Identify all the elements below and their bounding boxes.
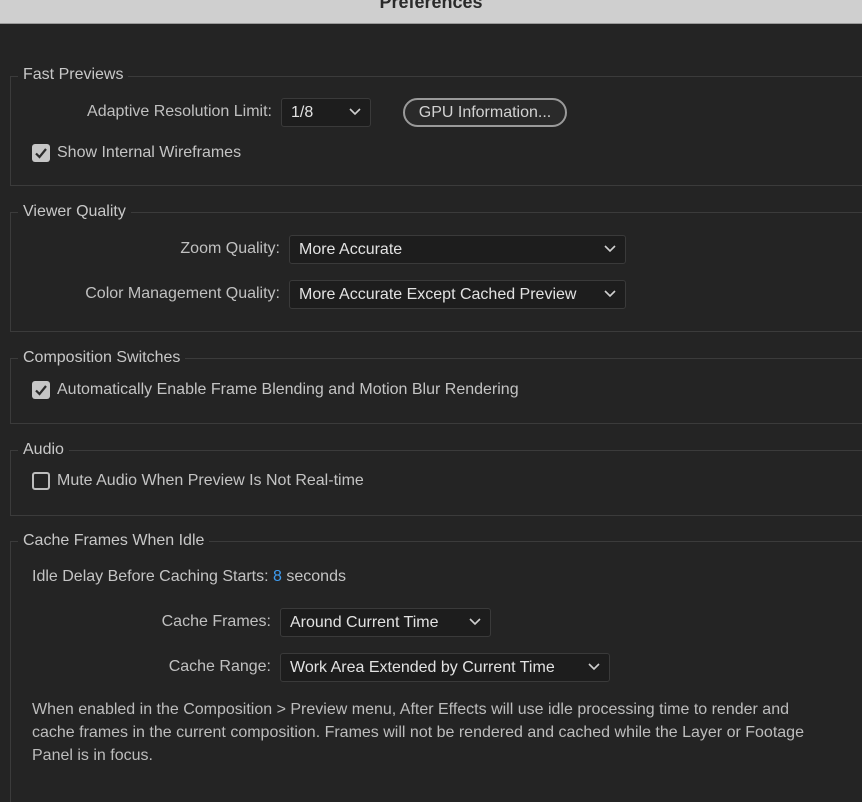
cache-frames-label: Cache Frames: <box>161 613 271 630</box>
cache-frames-value: Around Current Time <box>290 614 439 631</box>
section-heading-composition-switches: Composition Switches <box>18 349 186 367</box>
show-wireframes-checkbox[interactable] <box>32 144 50 162</box>
viewer-quality-group <box>10 212 862 332</box>
chevron-down-icon <box>469 618 481 626</box>
chevron-down-icon <box>588 663 600 671</box>
cache-range-value: Work Area Extended by Current Time <box>290 659 555 676</box>
title-bar: Preferences <box>0 0 862 24</box>
color-management-label: Color Management Quality: <box>85 285 280 302</box>
cache-range-select[interactable]: Work Area Extended by Current Time <box>280 653 610 682</box>
checkmark-icon <box>35 385 47 396</box>
section-heading-audio: Audio <box>18 441 69 459</box>
section-heading-fast-previews: Fast Previews <box>18 66 129 84</box>
zoom-quality-label: Zoom Quality: <box>180 240 280 257</box>
idle-delay-unit: seconds <box>286 568 346 585</box>
frame-blending-label: Automatically Enable Frame Blending and … <box>57 381 519 398</box>
section-heading-viewer-quality: Viewer Quality <box>18 203 131 221</box>
window-title: Preferences <box>379 0 483 12</box>
idle-delay-label: Idle Delay Before Caching Starts: <box>32 568 269 585</box>
zoom-quality-select[interactable]: More Accurate <box>289 235 626 264</box>
section-heading-cache-frames: Cache Frames When Idle <box>18 532 210 550</box>
checkmark-icon <box>35 148 47 159</box>
mute-audio-checkbox[interactable] <box>32 472 50 490</box>
frame-blending-checkbox[interactable] <box>32 381 50 399</box>
adaptive-resolution-label: Adaptive Resolution Limit: <box>87 103 272 120</box>
idle-delay-value[interactable]: 8 <box>273 568 282 585</box>
zoom-quality-value: More Accurate <box>299 241 403 258</box>
color-management-value: More Accurate Except Cached Preview <box>299 286 577 303</box>
gpu-information-button[interactable]: GPU Information... <box>403 98 567 127</box>
fast-previews-group <box>10 76 862 186</box>
chevron-down-icon <box>349 108 361 116</box>
show-wireframes-label: Show Internal Wireframes <box>57 144 242 161</box>
color-management-select[interactable]: More Accurate Except Cached Preview <box>289 280 626 309</box>
adaptive-resolution-value: 1/8 <box>291 104 314 121</box>
chevron-down-icon <box>604 290 616 298</box>
adaptive-resolution-select[interactable]: 1/8 <box>281 98 371 127</box>
cache-description-text: When enabled in the Composition > Previe… <box>32 701 804 764</box>
mute-audio-label: Mute Audio When Preview Is Not Real-time <box>57 472 364 489</box>
chevron-down-icon <box>604 245 616 253</box>
idle-delay-row: Idle Delay Before Caching Starts: 8 seco… <box>32 568 346 586</box>
cache-frames-select[interactable]: Around Current Time <box>280 608 491 637</box>
cache-range-label: Cache Range: <box>168 658 271 675</box>
